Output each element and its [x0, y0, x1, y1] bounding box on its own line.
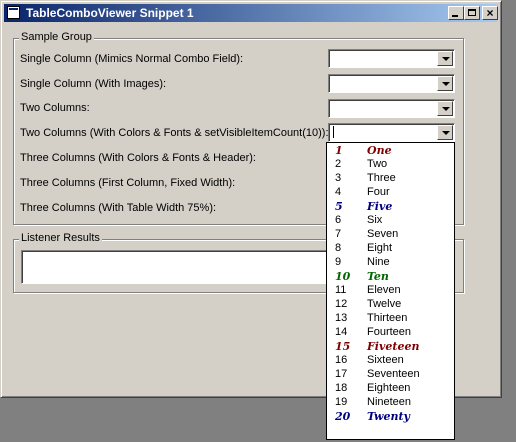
dropdown-item-number: 1 [335, 144, 343, 157]
dropdown-item[interactable]: 3 Three [327, 172, 454, 186]
dropdown-item-number: 15 [335, 340, 351, 353]
combo-dropdown-list[interactable]: 1 One 2 Two 3 Three 4 Four 5 Five 6 Six 7 Seven 8 Eight… [326, 142, 455, 440]
dropdown-item-label: Eight [367, 242, 393, 254]
maximize-icon [468, 9, 476, 16]
dropdown-item-label: Seven [367, 228, 399, 240]
row-label-two-columns-colors: Two Columns (With Colors & Fonts & setVi… [20, 127, 329, 139]
dropdown-item-number: 9 [335, 256, 342, 268]
dropdown-item-label: Fourteen [367, 326, 412, 338]
dropdown-item[interactable]: 2 Two [327, 158, 454, 172]
close-icon: × [486, 6, 494, 20]
dropdown-arrow-icon[interactable] [437, 76, 453, 91]
minimize-button[interactable] [448, 6, 464, 20]
dropdown-item-label: Twenty [367, 410, 410, 423]
dropdown-item-label: Three [367, 172, 396, 184]
dropdown-item[interactable]: 13 Thirteen [327, 312, 454, 326]
dropdown-item-number: 10 [335, 270, 351, 283]
dropdown-item-number: 7 [335, 228, 342, 240]
dropdown-item[interactable]: 15 Fiveteen [327, 340, 454, 354]
row-label-three-columns-header: Three Columns (With Colors & Fonts & Hea… [20, 152, 256, 164]
row-label-single-column: Single Column (Mimics Normal Combo Field… [20, 53, 244, 65]
listener-results-field[interactable] [21, 250, 351, 284]
combo-two-columns-colors[interactable] [328, 123, 455, 142]
row-label-single-column-images: Single Column (With Images): [20, 78, 167, 90]
dropdown-item[interactable]: 17 Seventeen [327, 368, 454, 382]
row-label-two-columns: Two Columns: [20, 102, 90, 114]
dropdown-item-label: Eleven [367, 284, 401, 296]
dropdown-item[interactable]: 7 Seven [327, 228, 454, 242]
dropdown-item-number: 12 [335, 298, 348, 310]
dropdown-item-label: One [367, 144, 392, 157]
dropdown-item-number: 2 [335, 158, 342, 170]
dropdown-item[interactable]: 16 Sixteen [327, 354, 454, 368]
dropdown-item[interactable]: 12 Twelve [327, 298, 454, 312]
text-caret [333, 126, 334, 138]
dropdown-item[interactable]: 18 Eighteen [327, 382, 454, 396]
dropdown-item[interactable]: 19 Nineteen [327, 396, 454, 410]
dropdown-item-label: Twelve [367, 298, 402, 310]
dropdown-arrow-icon[interactable] [437, 51, 453, 66]
dropdown-item-number: 6 [335, 214, 342, 226]
window-icon[interactable] [7, 6, 20, 19]
dropdown-item-number: 20 [335, 410, 351, 423]
dropdown-item-label: Four [367, 186, 390, 198]
dropdown-item-label: Fiveteen [367, 340, 420, 353]
minimize-icon [452, 15, 458, 17]
dropdown-item-label: Ten [367, 270, 389, 283]
dropdown-arrow-icon[interactable] [437, 125, 453, 140]
dropdown-item-number: 14 [335, 326, 348, 338]
dropdown-item-label: Seventeen [367, 368, 420, 380]
dropdown-item-label: Thirteen [367, 312, 408, 324]
dropdown-item[interactable]: 6 Six [327, 214, 454, 228]
dropdown-item[interactable]: 14 Fourteen [327, 326, 454, 340]
listener-group-legend: Listener Results [19, 232, 102, 244]
sample-group-legend: Sample Group [19, 31, 94, 43]
dropdown-item-label: Sixteen [367, 354, 404, 366]
dropdown-item-number: 16 [335, 354, 348, 366]
dropdown-item-number: 8 [335, 242, 342, 254]
dropdown-item[interactable]: 1 One [327, 144, 454, 158]
dropdown-item-number: 4 [335, 186, 342, 198]
dropdown-item[interactable]: 9 Nine [327, 256, 454, 270]
dropdown-item[interactable]: 20 Twenty [327, 410, 454, 424]
combo-single-column-images[interactable] [328, 74, 455, 93]
dropdown-item-label: Eighteen [367, 382, 411, 394]
dropdown-item-number: 5 [335, 200, 343, 213]
maximize-button[interactable] [464, 6, 480, 20]
dropdown-arrow-icon[interactable] [437, 101, 453, 116]
dropdown-item-number: 13 [335, 312, 348, 324]
combo-two-columns[interactable] [328, 99, 455, 118]
dropdown-item[interactable]: 5 Five [327, 200, 454, 214]
dropdown-item-number: 17 [335, 368, 348, 380]
dropdown-item-label: Nineteen [367, 396, 412, 408]
dropdown-item[interactable]: 4 Four [327, 186, 454, 200]
dropdown-item[interactable]: 8 Eight [327, 242, 454, 256]
dropdown-item-number: 18 [335, 382, 348, 394]
dropdown-item-label: Six [367, 214, 383, 226]
dropdown-item-label: Nine [367, 256, 390, 268]
window-title: TableComboViewer Snippet 1 [26, 6, 194, 20]
dropdown-item[interactable]: 11 Eleven [327, 284, 454, 298]
dropdown-item-label: Two [367, 158, 388, 170]
dropdown-item-label: Five [367, 200, 393, 213]
combo-single-column[interactable] [328, 49, 455, 68]
dropdown-item-number: 19 [335, 396, 348, 408]
dropdown-item-number: 11 [335, 284, 347, 296]
title-bar[interactable]: TableComboViewer Snippet 1 × [4, 4, 498, 22]
row-label-three-columns-fixed: Three Columns (First Column, Fixed Width… [20, 177, 236, 189]
dropdown-item[interactable]: 10 Ten [327, 270, 454, 284]
row-label-three-columns-75: Three Columns (With Table Width 75%): [20, 202, 217, 214]
dropdown-item-number: 3 [335, 172, 342, 184]
close-button[interactable]: × [482, 6, 498, 20]
